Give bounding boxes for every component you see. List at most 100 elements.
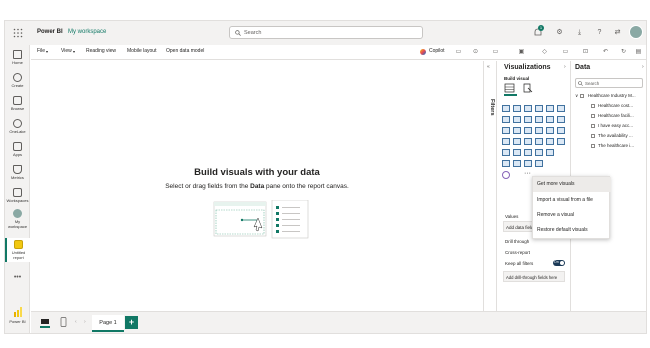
- bookmark-icon[interactable]: ⊙: [471, 48, 480, 57]
- download-icon[interactable]: ⤓: [575, 28, 584, 37]
- notifications-icon[interactable]: 1: [533, 25, 544, 38]
- next-page-icon[interactable]: ›: [84, 319, 86, 325]
- build-visual-tab[interactable]: [504, 83, 517, 96]
- share-icon[interactable]: ⇄: [613, 28, 622, 37]
- copilot-visual-icon[interactable]: [502, 171, 510, 179]
- data-search-input[interactable]: Search: [575, 78, 643, 88]
- data-table-node[interactable]: ∨ Healthcare Industry M...: [575, 93, 636, 99]
- rail-item-untitled-report[interactable]: Untitled report: [5, 238, 30, 262]
- rail-item-home[interactable]: Home: [5, 50, 30, 65]
- 100-stacked-bar-chart-icon[interactable]: [546, 105, 554, 112]
- data-field-row[interactable]: The healthcare i...: [591, 143, 634, 148]
- waterfall-chart-icon[interactable]: [557, 116, 565, 123]
- page-tab[interactable]: Page 1: [92, 315, 124, 332]
- copilot-button[interactable]: Copilot: [429, 48, 445, 54]
- menu-item-restore-default-visuals[interactable]: Restore default visuals: [533, 223, 611, 238]
- insert-shape-icon[interactable]: ◇: [540, 48, 549, 57]
- azure-map-icon[interactable]: [513, 138, 521, 145]
- ribbon-chart-icon[interactable]: [546, 116, 554, 123]
- brand-name[interactable]: Power BI: [37, 29, 63, 35]
- data-field-row[interactable]: I have easy acc...: [591, 123, 633, 128]
- data-field-row[interactable]: The availability ...: [591, 133, 633, 138]
- map-icon[interactable]: [557, 127, 565, 134]
- rail-item-browse[interactable]: Browse: [5, 96, 30, 111]
- undo-icon[interactable]: ↶: [601, 48, 610, 57]
- stacked-bar-chart-icon[interactable]: [502, 105, 510, 112]
- insert-visual-icon[interactable]: ▣: [517, 48, 526, 57]
- field-checkbox[interactable]: [591, 123, 595, 128]
- save-icon[interactable]: ▤: [634, 48, 643, 57]
- card-icon[interactable]: [535, 138, 543, 145]
- clustered-bar-chart-icon[interactable]: [524, 105, 532, 112]
- menu-item-import-visual[interactable]: Import a visual from a file: [533, 193, 611, 208]
- more-visuals-icon[interactable]: ···: [524, 170, 531, 177]
- view-menu[interactable]: View: [61, 48, 72, 54]
- filled-map-icon[interactable]: [502, 138, 510, 145]
- workspace-breadcrumb[interactable]: My workspace: [68, 29, 106, 35]
- funnel-chart-icon[interactable]: [502, 127, 510, 134]
- settings-icon[interactable]: ⚙: [555, 28, 564, 37]
- r-visual-icon[interactable]: [535, 149, 543, 156]
- data-field-row[interactable]: Healthcare facili...: [591, 113, 634, 118]
- add-page-button[interactable]: +: [125, 316, 138, 329]
- gauge-icon[interactable]: [524, 138, 532, 145]
- 100-stacked-column-chart-icon[interactable]: [557, 105, 565, 112]
- prev-page-icon[interactable]: ‹: [75, 319, 77, 325]
- field-checkbox[interactable]: [591, 133, 595, 138]
- decomposition-tree-icon[interactable]: [513, 160, 521, 167]
- avatar[interactable]: [629, 25, 643, 39]
- field-checkbox[interactable]: [591, 113, 595, 118]
- smart-narrative-icon[interactable]: [535, 160, 543, 167]
- stacked-area-chart-icon[interactable]: [524, 116, 532, 123]
- report-canvas[interactable]: Build visuals with your data Select or d…: [31, 61, 483, 310]
- line-column-chart-icon[interactable]: [535, 116, 543, 123]
- python-visual-icon[interactable]: [546, 149, 554, 156]
- rail-item-my-workspace[interactable]: My workspace: [5, 209, 30, 229]
- pie-chart-icon[interactable]: [524, 127, 532, 134]
- key-influencers-icon[interactable]: [502, 160, 510, 167]
- rail-item-create[interactable]: Create: [5, 73, 30, 88]
- menu-item-remove-visual[interactable]: Remove a visual: [533, 208, 611, 223]
- comment-icon[interactable]: ▭: [454, 48, 463, 57]
- line-chart-icon[interactable]: [502, 116, 510, 123]
- open-data-model-button[interactable]: Open data model: [166, 48, 204, 54]
- table-icon[interactable]: [513, 149, 521, 156]
- insert-image-icon[interactable]: ▭: [561, 48, 570, 57]
- clustered-column-chart-icon[interactable]: [535, 105, 543, 112]
- powerbi-switcher[interactable]: Power BI: [5, 307, 30, 324]
- collapse-right-icon[interactable]: ›: [642, 64, 644, 70]
- help-icon[interactable]: ?: [595, 28, 604, 37]
- keep-all-filters-toggle[interactable]: On: [553, 260, 565, 266]
- stacked-column-chart-icon[interactable]: [513, 105, 521, 112]
- mobile-layout-button[interactable]: Mobile layout: [127, 48, 156, 54]
- format-visual-tab[interactable]: [522, 83, 535, 96]
- app-launcher-icon[interactable]: [13, 28, 23, 38]
- matrix-icon[interactable]: [524, 149, 532, 156]
- button-icon[interactable]: ⊡: [581, 48, 590, 57]
- kpi-icon[interactable]: [557, 138, 565, 145]
- refresh-icon[interactable]: ↻: [619, 48, 628, 57]
- file-menu[interactable]: File: [37, 48, 45, 54]
- mobile-layout-toggle[interactable]: [60, 317, 68, 328]
- scatter-chart-icon[interactable]: [513, 127, 521, 134]
- field-checkbox[interactable]: [591, 103, 595, 108]
- qa-icon[interactable]: [524, 160, 532, 167]
- slicer-icon[interactable]: [502, 149, 510, 156]
- treemap-icon[interactable]: [546, 127, 554, 134]
- area-chart-icon[interactable]: [513, 116, 521, 123]
- donut-chart-icon[interactable]: [535, 127, 543, 134]
- text-box-icon[interactable]: ▭: [491, 48, 500, 57]
- multi-row-card-icon[interactable]: [546, 138, 554, 145]
- rail-item-workspaces[interactable]: Workspaces: [5, 188, 30, 203]
- search-box[interactable]: Search: [229, 26, 423, 39]
- reading-view-button[interactable]: Reading view: [86, 48, 116, 54]
- field-checkbox[interactable]: [591, 143, 595, 148]
- collapse-left-icon[interactable]: «: [487, 64, 490, 70]
- menu-item-get-more-visuals[interactable]: Get more visuals: [533, 177, 611, 192]
- desktop-layout-button[interactable]: [40, 318, 50, 328]
- filters-pane-collapsed[interactable]: « Filters: [483, 61, 496, 333]
- data-field-row[interactable]: Healthcare cost...: [591, 103, 633, 108]
- more-icon[interactable]: •••: [5, 274, 30, 281]
- add-drill-through-well[interactable]: Add drill-through fields here: [503, 271, 565, 282]
- rail-item-metrics[interactable]: Metrics: [5, 165, 30, 180]
